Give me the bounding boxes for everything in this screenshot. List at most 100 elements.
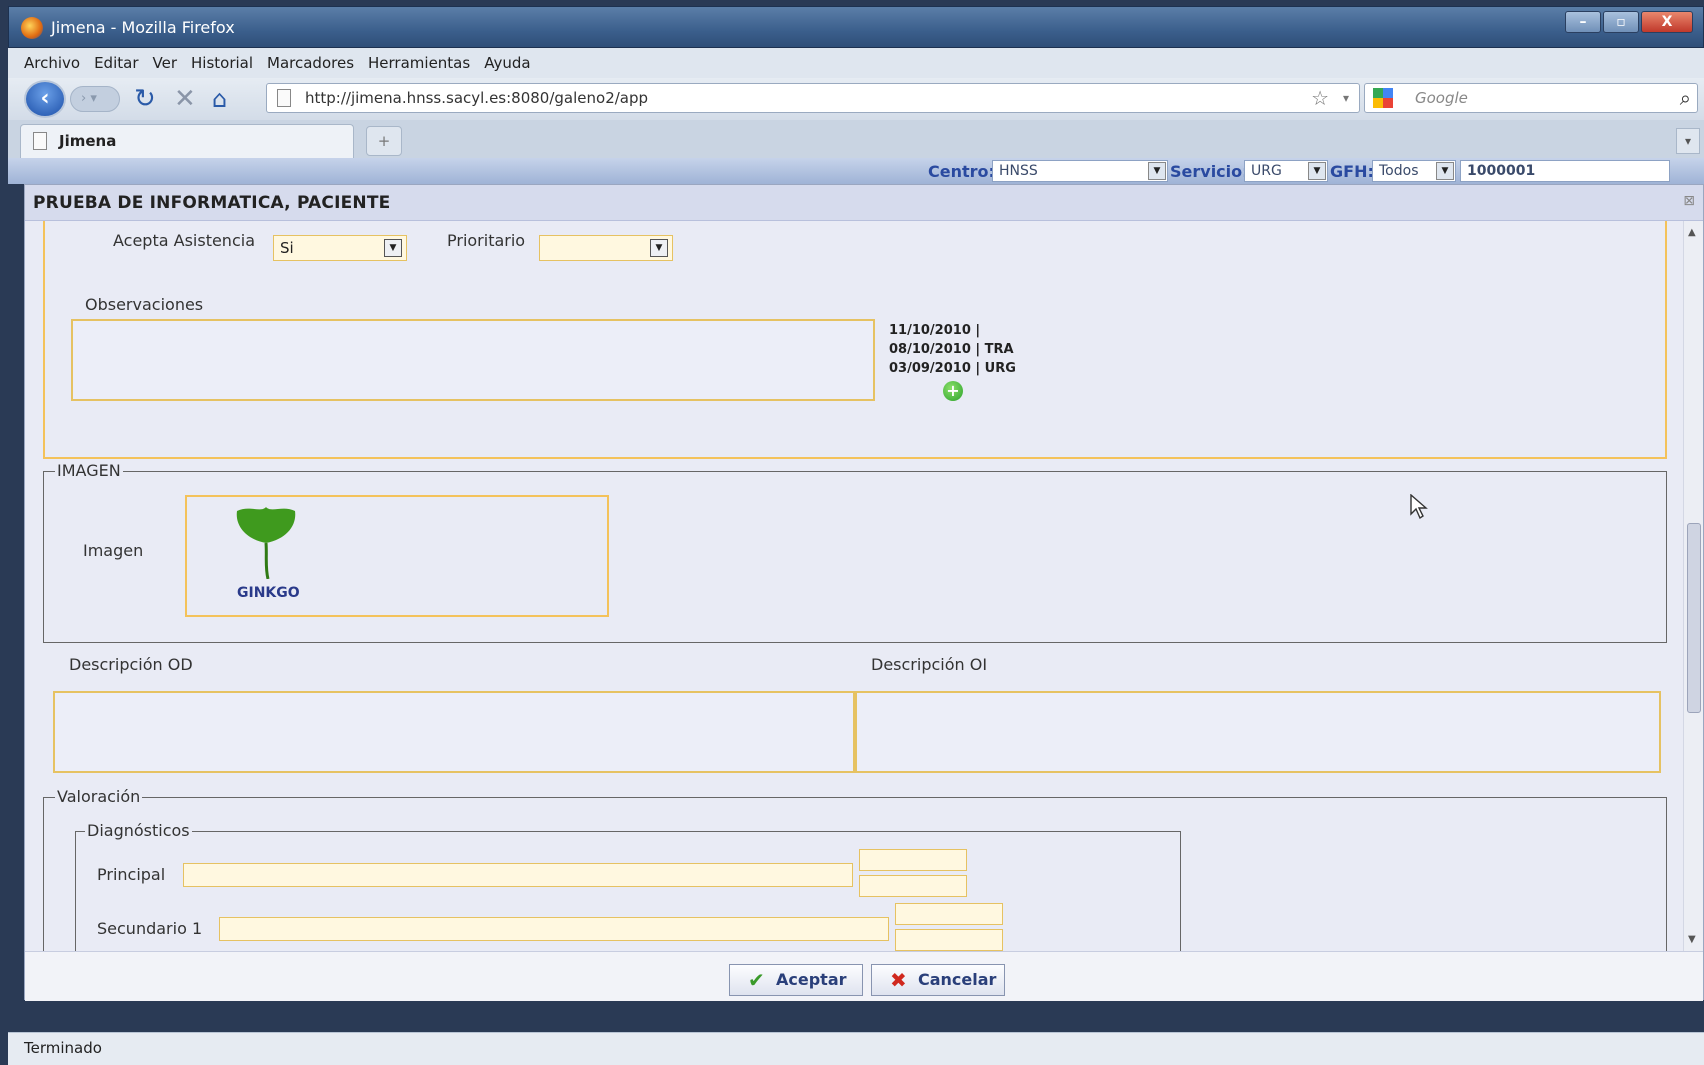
gfh-label: GFH: (1330, 162, 1374, 181)
descripcion-od-label: Descripción OD (69, 655, 193, 674)
menu-ayuda[interactable]: Ayuda (484, 54, 530, 72)
scroll-up-icon[interactable]: ▲ (1688, 227, 1696, 238)
url-dropdown-icon[interactable]: ▾ (1343, 84, 1349, 112)
tab-bar: Jimena + ▾ (8, 120, 1704, 158)
search-placeholder: Google (1415, 89, 1468, 107)
patient-dialog: PRUEBA DE INFORMATICA, PACIENTE ⊠ Acepta… (24, 184, 1704, 1001)
chevron-down-icon: ▼ (1148, 162, 1166, 180)
maximize-button[interactable]: ▫ (1603, 11, 1639, 33)
tab-title: Jimena (59, 132, 117, 150)
status-text: Terminado (24, 1039, 102, 1057)
stop-icon[interactable]: ✕ (174, 84, 196, 114)
menu-historial[interactable]: Historial (191, 54, 253, 72)
dialog-header: PRUEBA DE INFORMATICA, PACIENTE ⊠ (25, 185, 1703, 221)
imagen-legend: IMAGEN (55, 461, 123, 480)
firefox-icon (21, 17, 43, 39)
descripcion-od-textarea[interactable] (53, 691, 855, 773)
chevron-down-icon: ▼ (1436, 162, 1454, 180)
url-text: http://jimena.hnss.sacyl.es:8080/galeno2… (305, 89, 649, 107)
centro-select[interactable]: HNSS ▼ (992, 160, 1168, 182)
menu-editar[interactable]: Editar (94, 54, 138, 72)
patient-id-field[interactable]: 1000001 (1460, 160, 1670, 182)
centro-value: HNSS (999, 163, 1038, 179)
forward-button[interactable]: › ▾ (70, 86, 120, 112)
acepta-asistencia-select[interactable]: Si ▼ (273, 235, 407, 261)
observaciones-textarea[interactable] (71, 319, 875, 401)
secundario1-input[interactable] (219, 917, 889, 941)
menu-bar: Archivo Editar Ver Historial Marcadores … (8, 48, 1704, 78)
tab-jimena[interactable]: Jimena (20, 124, 354, 158)
image-box[interactable]: GINKGO (185, 495, 609, 617)
centro-label: Centro: (928, 162, 995, 181)
app-filter-bar: Centro: HNSS ▼ Servicio: URG ▼ GFH: Todo… (8, 158, 1704, 184)
descripcion-oi-textarea[interactable] (855, 691, 1661, 773)
secundario1-label: Secundario 1 (97, 919, 203, 938)
chevron-down-icon: ▼ (384, 239, 402, 257)
patient-id-value: 1000001 (1467, 163, 1536, 179)
aceptar-button[interactable]: ✔ Aceptar (729, 964, 863, 996)
gfh-value: Todos (1379, 163, 1419, 179)
principal-label: Principal (97, 865, 166, 884)
url-bar[interactable]: http://jimena.hnss.sacyl.es:8080/galeno2… (266, 83, 1360, 113)
search-bar[interactable]: Google ⌕ (1364, 83, 1698, 113)
search-icon[interactable]: ⌕ (1680, 84, 1691, 112)
close-window-button[interactable]: X (1641, 11, 1693, 33)
menu-herramientas[interactable]: Herramientas (368, 54, 470, 72)
gfh-select[interactable]: Todos ▼ (1372, 160, 1456, 182)
history-entry[interactable]: 03/09/2010 | URG (889, 359, 1016, 378)
acepta-asistencia-value: Si (280, 239, 294, 257)
observaciones-label: Observaciones (85, 295, 204, 314)
home-icon[interactable]: ⌂ (212, 84, 227, 114)
history-entry[interactable]: 08/10/2010 | TRA (889, 340, 1016, 359)
imagen-label: Imagen (83, 541, 144, 560)
prioritario-select[interactable]: ▼ (539, 235, 673, 261)
x-icon: ✖ (890, 968, 907, 992)
descripcion-oi-label: Descripción OI (871, 655, 988, 674)
page-icon (33, 132, 47, 150)
dialog-scrollbar[interactable]: ▲ ▼ (1683, 221, 1703, 951)
servicio-label: Servicio: (1170, 162, 1249, 181)
back-button[interactable]: ‹ (24, 80, 66, 118)
prioritario-label: Prioritario (447, 231, 526, 250)
secundario1-code2-input[interactable] (895, 929, 1003, 951)
menu-ver[interactable]: Ver (153, 54, 178, 72)
window-title: Jimena - Mozilla Firefox (51, 18, 235, 37)
mouse-pointer-icon (1410, 494, 1428, 520)
status-bar: Terminado (8, 1032, 1704, 1065)
ginkgo-leaf-icon (236, 507, 296, 579)
menu-archivo[interactable]: Archivo (24, 54, 80, 72)
dialog-title: PRUEBA DE INFORMATICA, PACIENTE (33, 193, 391, 213)
history-list: 11/10/2010 | 08/10/2010 | TRA 03/09/2010… (889, 321, 1016, 378)
principal-input[interactable] (183, 863, 853, 887)
cancelar-button[interactable]: ✖ Cancelar (871, 964, 1005, 996)
minimize-button[interactable]: – (1565, 11, 1601, 33)
navigation-toolbar: ‹ › ▾ ↻ ✕ ⌂ http://jimena.hnss.sacyl.es:… (8, 78, 1704, 120)
chevron-down-icon: ▼ (1308, 162, 1326, 180)
window-titlebar: Jimena - Mozilla Firefox – ▫ X (8, 6, 1704, 48)
diagnosticos-legend: Diagnósticos (85, 821, 192, 840)
add-icon[interactable]: + (943, 381, 963, 401)
dialog-close-icon[interactable]: ⊠ (1683, 193, 1695, 209)
acepta-asistencia-label: Acepta Asistencia (113, 231, 255, 250)
chevron-down-icon: ▼ (650, 239, 668, 257)
scroll-down-icon[interactable]: ▼ (1688, 934, 1696, 945)
scroll-thumb[interactable] (1687, 523, 1701, 713)
valoracion-legend: Valoración (55, 787, 143, 806)
image-caption: GINKGO (237, 585, 300, 601)
google-icon[interactable] (1373, 88, 1393, 108)
servicio-select[interactable]: URG ▼ (1244, 160, 1328, 182)
secundario1-code-input[interactable] (895, 903, 1003, 925)
servicio-value: URG (1251, 163, 1282, 179)
history-entry[interactable]: 11/10/2010 | (889, 321, 1016, 340)
cancelar-label: Cancelar (918, 970, 997, 989)
principal-code2-input[interactable] (859, 875, 967, 897)
menu-marcadores[interactable]: Marcadores (267, 54, 354, 72)
dialog-body: Acepta Asistencia Si ▼ Prioritario ▼ Obs… (25, 221, 1685, 951)
reload-icon[interactable]: ↻ (134, 84, 156, 114)
window-controls: – ▫ X (1565, 11, 1693, 33)
principal-code-input[interactable] (859, 849, 967, 871)
dialog-footer: ✔ Aceptar ✖ Cancelar (25, 951, 1703, 1001)
new-tab-button[interactable]: + (366, 126, 402, 156)
tab-list-button[interactable]: ▾ (1676, 128, 1700, 154)
bookmark-star-icon[interactable]: ☆ (1311, 84, 1329, 112)
